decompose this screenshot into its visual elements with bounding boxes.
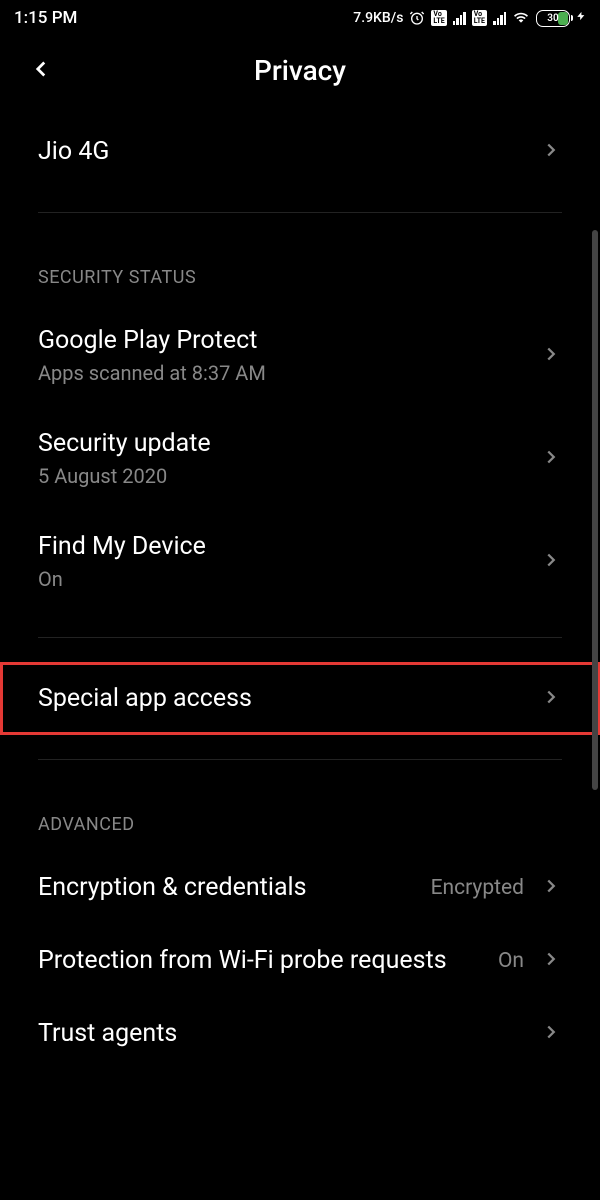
item-subtitle: On — [38, 567, 206, 591]
alarm-icon — [409, 10, 425, 26]
list-item-security-update[interactable]: Security update 5 August 2020 — [0, 407, 600, 510]
chevron-right-icon — [540, 948, 562, 974]
chevron-right-icon — [540, 549, 562, 575]
volte-icon-1: VoLTE — [431, 10, 446, 26]
section-security-status: Security Status — [0, 237, 600, 304]
item-subtitle: Apps scanned at 8:37 AM — [38, 361, 266, 385]
divider — [38, 759, 562, 760]
divider — [38, 637, 562, 638]
item-title: Jio 4G — [38, 137, 109, 166]
header: Privacy — [0, 36, 600, 115]
divider — [38, 212, 562, 213]
list-item-find-device[interactable]: Find My Device On — [0, 510, 600, 613]
network-speed: 7.9KB/s — [353, 10, 403, 26]
item-title: Find My Device — [38, 532, 206, 561]
wifi-icon — [512, 11, 530, 25]
item-title: Google Play Protect — [38, 326, 266, 355]
item-title: Protection from Wi-Fi probe requests — [38, 946, 447, 975]
list-item-wifi-probe[interactable]: Protection from Wi-Fi probe requests On — [0, 924, 600, 997]
list-item-trust-agents[interactable]: Trust agents — [0, 997, 600, 1070]
list-item-jio[interactable]: Jio 4G — [0, 115, 600, 188]
list-item-encryption[interactable]: Encryption & credentials Encrypted — [0, 851, 600, 924]
chevron-right-icon — [540, 875, 562, 901]
section-advanced: Advanced — [0, 784, 600, 851]
volte-icon-2: VoLTE — [472, 10, 487, 26]
signal-icon-1 — [453, 11, 466, 25]
item-value: Encrypted — [431, 876, 524, 900]
status-right: 7.9KB/s VoLTE VoLTE 30 — [353, 8, 586, 28]
list-item-play-protect[interactable]: Google Play Protect Apps scanned at 8:37… — [0, 304, 600, 407]
status-time: 1:15 PM — [14, 8, 77, 28]
item-subtitle: 5 August 2020 — [38, 464, 211, 488]
list-item-special-access[interactable]: Special app access — [0, 662, 600, 735]
page-title: Privacy — [16, 54, 584, 87]
chevron-right-icon — [540, 139, 562, 165]
scrollbar[interactable] — [592, 230, 598, 790]
chevron-right-icon — [540, 686, 562, 712]
item-value: On — [498, 949, 524, 973]
chevron-right-icon — [540, 343, 562, 369]
item-title: Encryption & credentials — [38, 873, 307, 902]
chevron-right-icon — [540, 446, 562, 472]
back-button[interactable] — [28, 56, 54, 86]
status-bar: 1:15 PM 7.9KB/s VoLTE VoLTE 30 — [0, 0, 600, 36]
item-title: Trust agents — [38, 1019, 177, 1048]
battery-icon: 30 — [536, 10, 570, 27]
item-title: Special app access — [38, 684, 252, 713]
item-title: Security update — [38, 429, 211, 458]
signal-icon-2 — [493, 11, 506, 25]
chevron-right-icon — [540, 1021, 562, 1047]
charging-icon — [576, 8, 586, 28]
